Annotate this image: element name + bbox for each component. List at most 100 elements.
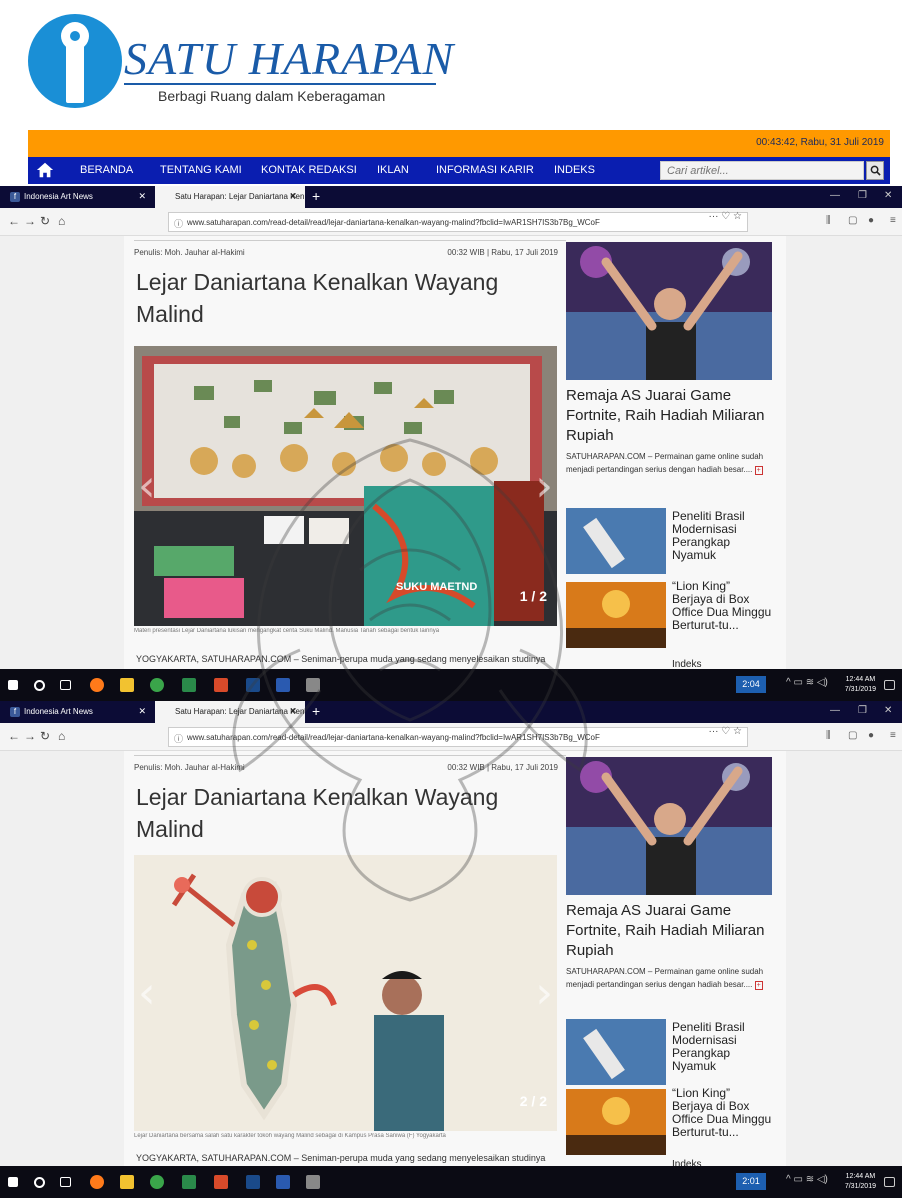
word-icon[interactable]	[276, 1175, 290, 1189]
system-tray-icon[interactable]: ^ ▭ ≋ ◁)	[786, 677, 828, 688]
address-input[interactable]: ⓘ www.satuharapan.com/read-detail/read/l…	[168, 212, 748, 232]
search-icon[interactable]	[34, 680, 45, 691]
system-tray-icon[interactable]: ^ ▭ ≋ ◁)	[786, 1174, 828, 1185]
indeks-link[interactable]: Indeks	[672, 659, 701, 669]
task-view-icon[interactable]	[60, 1177, 71, 1187]
thumb-lion-king[interactable]	[566, 582, 666, 648]
extension-icon[interactable]: ●	[868, 730, 874, 741]
photoshop-icon[interactable]	[246, 678, 260, 692]
excel-icon[interactable]	[182, 1175, 196, 1189]
firefox-icon[interactable]	[90, 1175, 104, 1189]
library-icon[interactable]: ⫼	[826, 215, 831, 226]
menu-icon[interactable]: ≡	[890, 730, 896, 741]
clock[interactable]: 12:44 AM 7/31/2019	[845, 1172, 876, 1192]
firefox-icon[interactable]	[90, 678, 104, 692]
search-icon[interactable]	[34, 1177, 45, 1188]
feature-title[interactable]: Remaja AS Juarai Game Fortnite, Raih Had…	[566, 386, 776, 446]
app-icon[interactable]	[306, 678, 320, 692]
notification-badge[interactable]: 2:04	[736, 676, 766, 693]
nav-iklan[interactable]: IKLAN	[377, 164, 409, 176]
folder-icon[interactable]	[120, 678, 134, 692]
windows-start-icon[interactable]	[8, 1177, 18, 1187]
back-icon[interactable]: ←	[8, 729, 20, 743]
search-input[interactable]	[660, 161, 864, 180]
home-icon[interactable]: ⌂	[58, 214, 65, 228]
powerpoint-icon[interactable]	[214, 1175, 228, 1189]
tab-satu-harapan[interactable]: Satu Harapan: Lejar Daniartana Ken ✕	[155, 701, 305, 723]
maximize-icon[interactable]: ❐	[858, 190, 867, 201]
tab-satu-harapan[interactable]: Satu Harapan: Lejar Daniartana Ken ✕	[155, 186, 305, 208]
sidebar-item-2[interactable]: “Lion King” Berjaya di Box Office Dua Mi…	[672, 1087, 772, 1139]
home-icon[interactable]: ⌂	[58, 729, 65, 743]
minimize-icon[interactable]: —	[830, 705, 840, 716]
prev-slide-icon[interactable]: ‹	[138, 968, 156, 1019]
menu-icon[interactable]: ≡	[890, 215, 896, 226]
close-icon[interactable]: ✕	[138, 706, 146, 717]
next-slide-icon[interactable]: ›	[535, 461, 553, 512]
forward-icon[interactable]: →	[24, 214, 36, 228]
close-icon[interactable]: ✕	[289, 706, 297, 717]
article-lead: YOGYAKARTA, SATUHARAPAN.COM – Seniman-pe…	[136, 654, 546, 664]
slideshow-image[interactable]: ‹ › 2 / 2	[134, 855, 557, 1131]
reload-icon[interactable]: ↻	[40, 214, 50, 228]
notification-badge[interactable]: 2:01	[736, 1173, 766, 1190]
minimize-icon[interactable]: —	[830, 190, 840, 201]
search-button[interactable]	[866, 161, 884, 180]
sidebar-icon[interactable]: ▢	[848, 730, 857, 741]
folder-icon[interactable]	[120, 1175, 134, 1189]
address-input[interactable]: ⓘ www.satuharapan.com/read-detail/read/l…	[168, 727, 748, 747]
nav-tentang-kami[interactable]: TENTANG KAMI	[160, 164, 242, 176]
thumb-mosquito[interactable]	[566, 1019, 666, 1085]
notification-icon[interactable]	[884, 1177, 895, 1187]
home-icon[interactable]	[36, 161, 62, 180]
powerpoint-icon[interactable]	[214, 678, 228, 692]
window-close-icon[interactable]: ✕	[884, 705, 892, 716]
task-view-icon[interactable]	[60, 680, 71, 690]
next-slide-icon[interactable]: ›	[535, 968, 553, 1019]
maximize-icon[interactable]: ❐	[858, 705, 867, 716]
window-close-icon[interactable]: ✕	[884, 190, 892, 201]
windows-start-icon[interactable]	[8, 680, 18, 690]
page-actions-icon[interactable]: ··· ♡ ☆	[709, 211, 742, 222]
sidebar-item-1[interactable]: Peneliti Brasil Modernisasi Perangkap Ny…	[672, 1021, 772, 1073]
reload-icon[interactable]: ↻	[40, 729, 50, 743]
nav-kontak-redaksi[interactable]: KONTAK REDAKSI	[261, 164, 357, 176]
sidebar-item-1[interactable]: Peneliti Brasil Modernisasi Perangkap Ny…	[672, 510, 772, 562]
app-icon[interactable]	[306, 1175, 320, 1189]
page-actions-icon[interactable]: ··· ♡ ☆	[709, 726, 742, 737]
chrome-icon[interactable]	[150, 1175, 164, 1189]
feature-image[interactable]	[566, 757, 772, 895]
excel-icon[interactable]	[182, 678, 196, 692]
info-icon[interactable]: ⓘ	[174, 732, 183, 745]
close-icon[interactable]: ✕	[289, 191, 297, 202]
new-tab-button[interactable]: +	[312, 703, 320, 719]
thumb-mosquito[interactable]	[566, 508, 666, 574]
tab-indonesia-art-news[interactable]: f Indonesia Art News ✕	[4, 186, 154, 208]
slideshow-image[interactable]: SUKU MAETND ‹ › 1 / 2	[134, 346, 557, 626]
forward-icon[interactable]: →	[24, 729, 36, 743]
indeks-link[interactable]: Indeks	[672, 1159, 701, 1166]
nav-indeks[interactable]: INDEKS	[554, 164, 595, 176]
close-icon[interactable]: ✕	[138, 191, 146, 202]
chrome-icon[interactable]	[150, 678, 164, 692]
prev-slide-icon[interactable]: ‹	[138, 461, 156, 512]
notification-icon[interactable]	[884, 680, 895, 690]
expand-icon[interactable]: +	[754, 981, 763, 990]
library-icon[interactable]: ⫼	[826, 730, 831, 741]
photoshop-icon[interactable]	[246, 1175, 260, 1189]
feature-image[interactable]	[566, 242, 772, 380]
back-icon[interactable]: ←	[8, 214, 20, 228]
sidebar-icon[interactable]: ▢	[848, 215, 857, 226]
word-icon[interactable]	[276, 678, 290, 692]
feature-title[interactable]: Remaja AS Juarai Game Fortnite, Raih Had…	[566, 901, 776, 961]
nav-beranda[interactable]: BERANDA	[80, 164, 133, 176]
nav-informasi-karir[interactable]: INFORMASI KARIR	[436, 164, 534, 176]
info-icon[interactable]: ⓘ	[174, 217, 183, 230]
clock[interactable]: 12:44 AM 7/31/2019	[845, 675, 876, 695]
thumb-lion-king[interactable]	[566, 1089, 666, 1155]
new-tab-button[interactable]: +	[312, 188, 320, 204]
extension-icon[interactable]: ●	[868, 215, 874, 226]
sidebar-item-2[interactable]: “Lion King” Berjaya di Box Office Dua Mi…	[672, 580, 772, 632]
expand-icon[interactable]: +	[754, 466, 763, 475]
tab-indonesia-art-news[interactable]: f Indonesia Art News ✕	[4, 701, 154, 723]
